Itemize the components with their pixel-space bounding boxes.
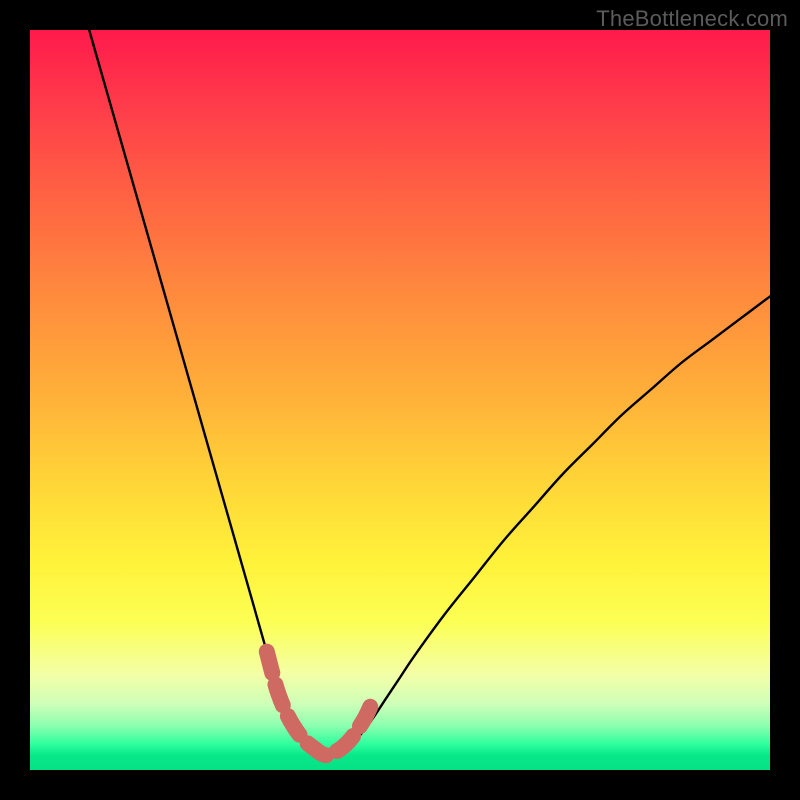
chart-plot-area	[30, 30, 770, 770]
chart-frame: TheBottleneck.com	[0, 0, 800, 800]
curve-line	[89, 30, 770, 756]
watermark-text: TheBottleneck.com	[596, 6, 788, 32]
valley-marker-path	[267, 652, 374, 756]
bottleneck-chart	[30, 30, 770, 770]
